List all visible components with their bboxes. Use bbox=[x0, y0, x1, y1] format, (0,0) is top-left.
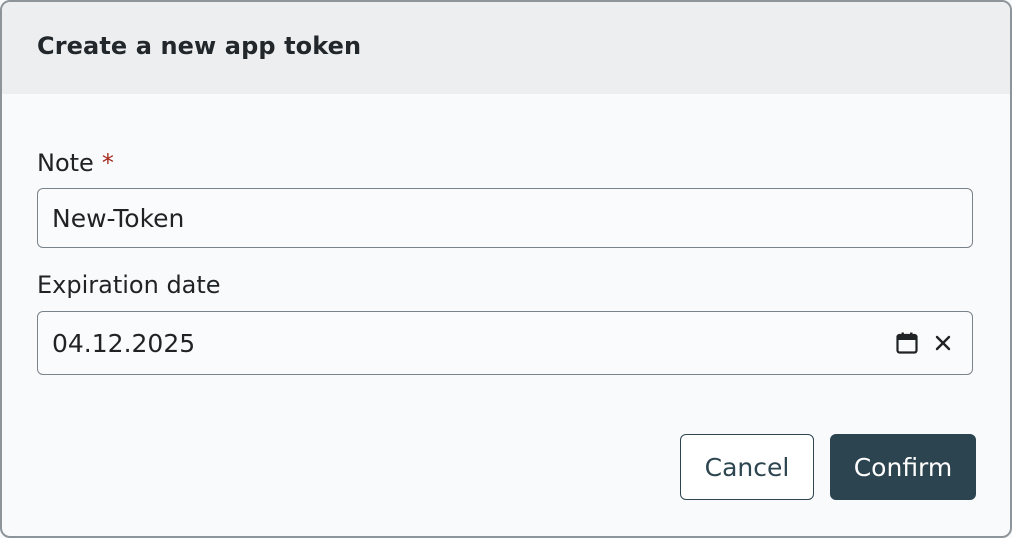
required-marker: * bbox=[101, 149, 114, 177]
confirm-button-label: Confirm bbox=[853, 452, 953, 482]
note-label-text: Note bbox=[37, 149, 94, 177]
dialog-title: Create a new app token bbox=[37, 32, 362, 60]
clear-icon[interactable] bbox=[932, 332, 954, 354]
note-field[interactable]: New-Token bbox=[37, 188, 973, 248]
expiration-label: Expiration date bbox=[37, 271, 221, 299]
note-value[interactable]: New-Token bbox=[52, 204, 184, 233]
note-label: Note * bbox=[37, 149, 114, 177]
calendar-icon[interactable] bbox=[894, 330, 920, 356]
cancel-button[interactable]: Cancel bbox=[680, 434, 814, 500]
confirm-button[interactable]: Confirm bbox=[830, 434, 976, 500]
dialog-header: Create a new app token bbox=[2, 2, 1010, 94]
expiration-label-text: Expiration date bbox=[37, 271, 221, 299]
cancel-button-label: Cancel bbox=[704, 452, 790, 482]
expiration-date-field[interactable]: 04.12.2025 bbox=[37, 311, 973, 375]
expiration-date-value[interactable]: 04.12.2025 bbox=[52, 329, 894, 358]
create-token-dialog: Create a new app token Note * New-Token E… bbox=[0, 0, 1012, 538]
